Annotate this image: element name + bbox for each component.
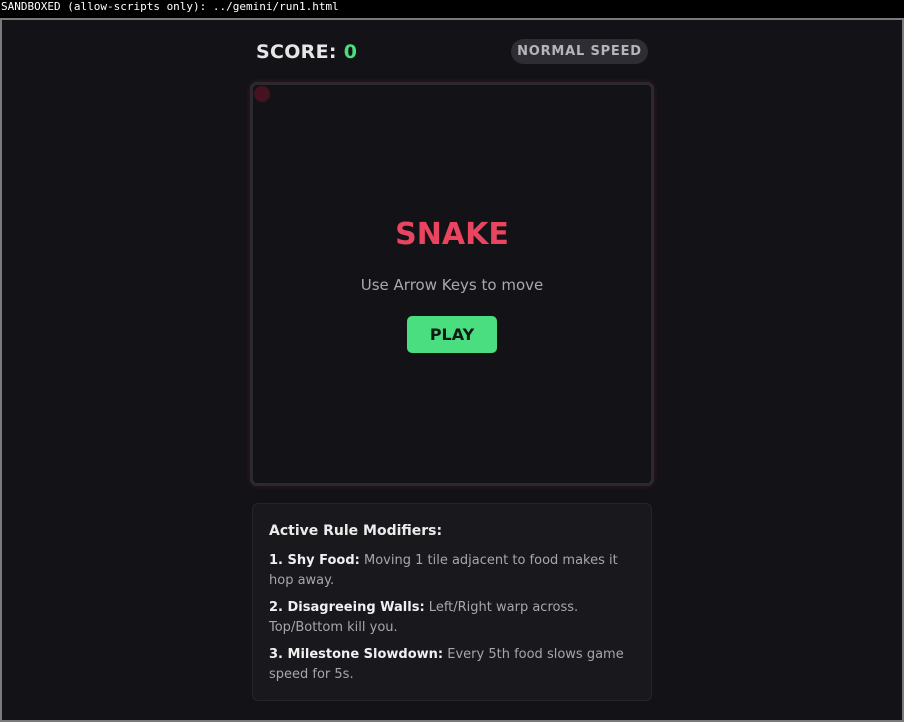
score-label: SCORE: [256, 41, 337, 63]
game-instructions: Use Arrow Keys to move [360, 276, 544, 294]
rule-modifiers-panel: Active Rule Modifiers: 1. Shy Food: Movi… [252, 503, 652, 701]
rule-name: 2. Disagreeing Walls: [269, 600, 425, 615]
food-icon [254, 86, 270, 102]
rules-title: Active Rule Modifiers: [269, 523, 443, 539]
rule-item-shy-food: 1. Shy Food: Moving 1 tile adjacent to f… [269, 551, 635, 591]
rule-item-disagreeing-walls: 2. Disagreeing Walls: Left/Right warp ac… [269, 598, 635, 638]
rule-name: 3. Milestone Slowdown: [269, 647, 444, 662]
sandbox-banner: SANDBOXED (allow-scripts only): ../gemin… [0, 0, 904, 18]
score-value: 0 [343, 41, 358, 63]
game-title: SNAKE [395, 217, 509, 252]
rule-name: 1. Shy Food: [269, 553, 360, 568]
play-button[interactable]: PLAY [407, 316, 497, 353]
speed-badge: NORMAL SPEED [511, 39, 648, 64]
rule-item-milestone-slowdown: 3. Milestone Slowdown: Every 5th food sl… [269, 645, 635, 685]
score-display: SCORE: 0 [256, 41, 357, 63]
